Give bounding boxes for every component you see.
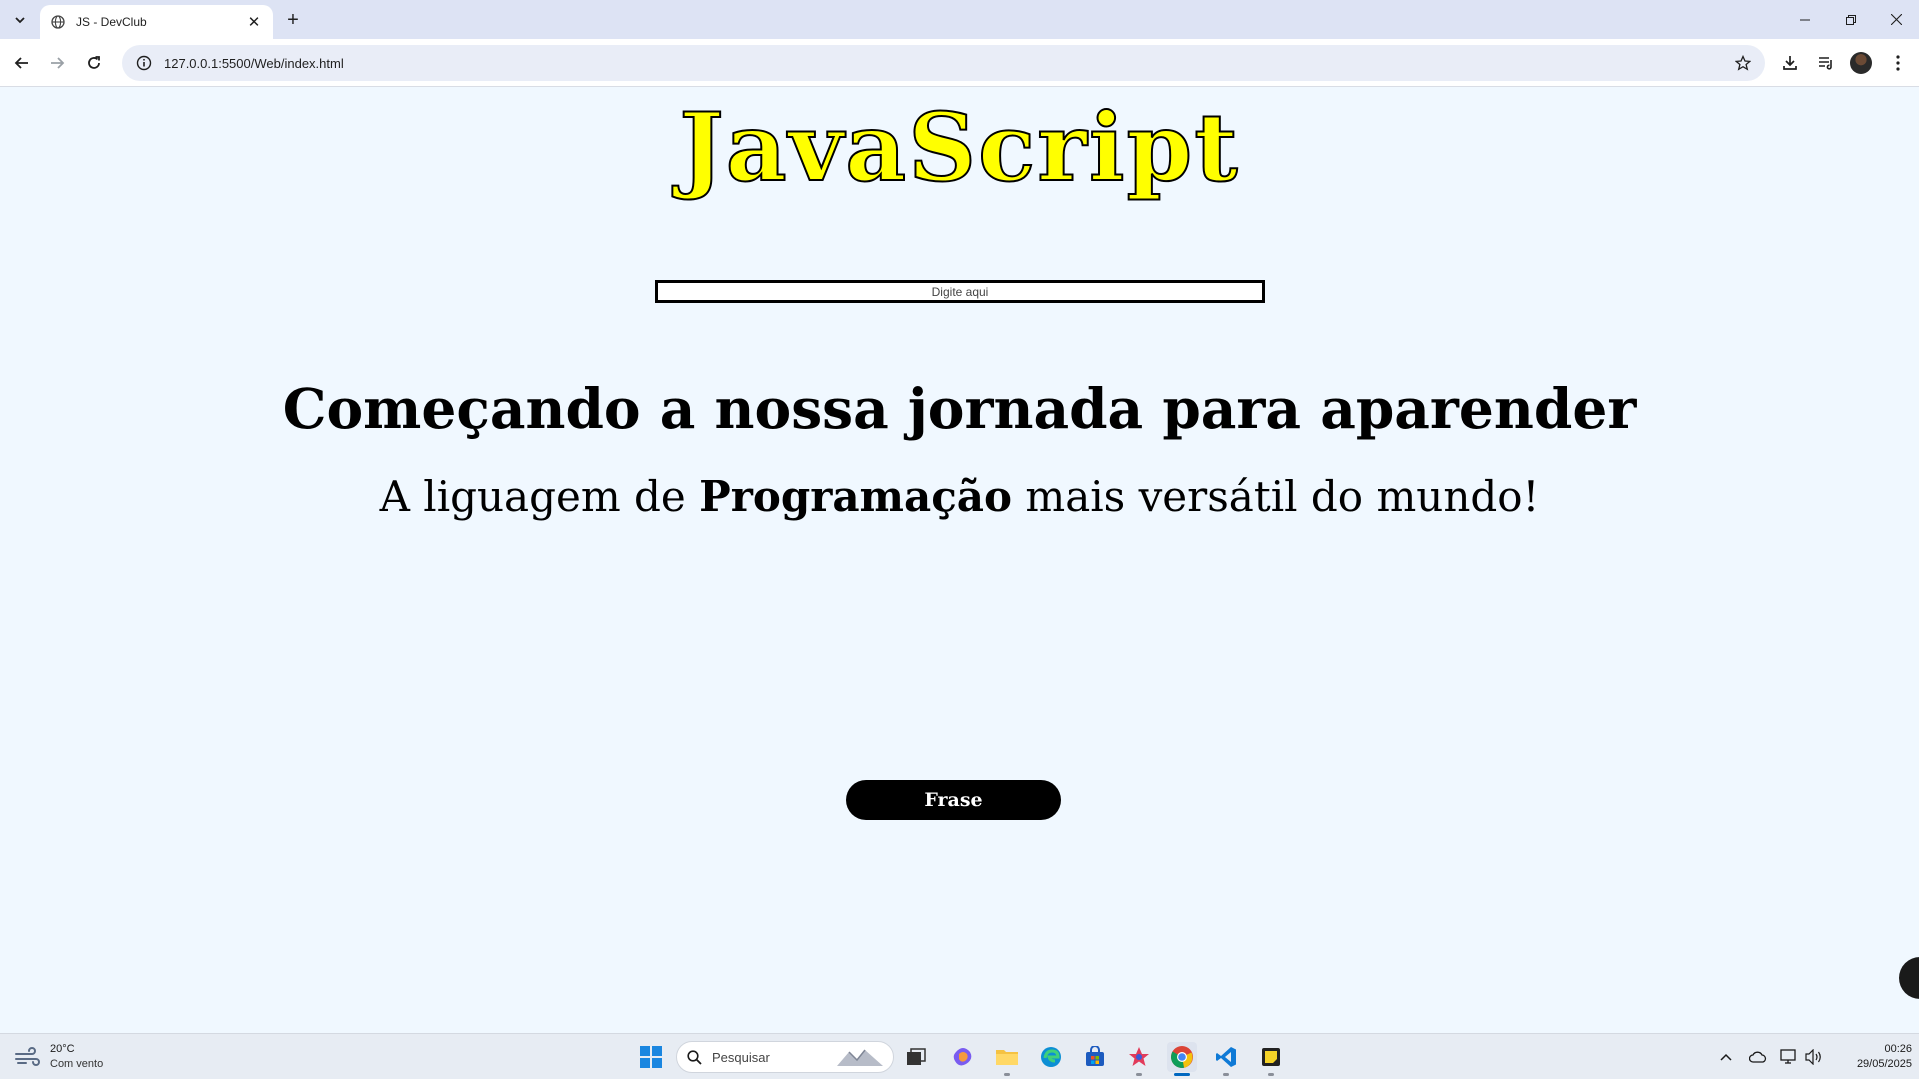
new-tab-button[interactable]: + <box>281 8 305 32</box>
wind-icon <box>15 1047 40 1066</box>
back-button[interactable] <box>8 49 36 77</box>
web-page: JavaScript Começando a nossa jornada par… <box>0 87 1919 1033</box>
clock-date: 29/05/2025 <box>1856 1058 1912 1070</box>
volume-icon[interactable] <box>1804 1047 1824 1067</box>
task-view-icon[interactable] <box>901 1042 931 1072</box>
vscode-icon[interactable] <box>1211 1042 1241 1076</box>
chevron-down-icon <box>15 17 25 24</box>
browser-toolbar: 127.0.0.1:5500/Web/index.html <box>0 39 1919 87</box>
text-input[interactable] <box>655 280 1265 303</box>
windows-taskbar: 20°C Com vento Pesquisar 00:26 29/05/202… <box>0 1033 1919 1079</box>
app-icon[interactable] <box>1124 1042 1154 1076</box>
menu-button[interactable] <box>1884 49 1912 77</box>
bookmark-star-icon[interactable] <box>1733 53 1753 73</box>
headline: Começando a nossa jornada para aparender <box>282 376 1637 441</box>
store-icon[interactable] <box>1080 1042 1110 1072</box>
chevron-up-icon <box>1720 1053 1732 1061</box>
reading-list-button[interactable] <box>1812 49 1840 77</box>
onedrive-icon[interactable] <box>1748 1047 1768 1067</box>
browser-tab[interactable]: JS - DevClub ✕ <box>40 5 273 39</box>
subline-end: mais versátil do mundo! <box>1012 472 1540 521</box>
more-vertical-icon <box>1896 55 1900 71</box>
search-highlight-icon <box>837 1049 883 1066</box>
globe-icon <box>50 14 66 30</box>
arrow-left-icon <box>14 57 28 69</box>
taskbar-search[interactable]: Pesquisar <box>676 1041 894 1073</box>
reload-button[interactable] <box>80 49 108 77</box>
running-indicator <box>1004 1073 1010 1076</box>
media-controls-icon <box>1819 57 1832 70</box>
arrow-right-icon <box>51 57 65 69</box>
running-indicator <box>1223 1073 1229 1076</box>
running-indicator <box>1136 1073 1142 1076</box>
taskbar-search-placeholder: Pesquisar <box>712 1049 770 1065</box>
weather-condition: Com vento <box>50 1058 104 1070</box>
tab-search-button[interactable] <box>8 8 32 32</box>
url-text: 127.0.0.1:5500/Web/index.html <box>164 55 344 71</box>
system-clock[interactable]: 00:26 29/05/2025 <box>1826 1042 1912 1072</box>
close-icon <box>1890 14 1902 25</box>
chrome-icon[interactable] <box>1167 1042 1197 1076</box>
active-app-indicator <box>1174 1073 1190 1076</box>
floating-side-button[interactable] <box>1899 957 1919 999</box>
copilot-icon[interactable] <box>948 1042 978 1072</box>
restore-icon <box>1846 14 1856 25</box>
weather-widget[interactable]: 20°C Com vento <box>14 1042 103 1072</box>
profile-avatar[interactable] <box>1850 52 1872 74</box>
subline-bold: Programação <box>699 472 1013 521</box>
show-hidden-icons-button[interactable] <box>1716 1047 1736 1067</box>
restore-button[interactable] <box>1828 0 1874 39</box>
reload-icon <box>88 56 100 69</box>
running-indicator <box>1268 1073 1274 1076</box>
forward-button[interactable] <box>43 49 71 77</box>
browser-tabstrip: JS - DevClub ✕ + <box>0 0 1919 39</box>
site-info-icon[interactable] <box>134 53 154 73</box>
edge-icon[interactable] <box>1036 1042 1066 1072</box>
minimize-icon <box>1800 19 1810 20</box>
sticky-notes-icon[interactable] <box>1256 1042 1286 1076</box>
windows-start-icon[interactable] <box>636 1042 666 1072</box>
downloads-button[interactable] <box>1776 49 1804 77</box>
minimize-button[interactable] <box>1782 0 1828 39</box>
network-icon[interactable] <box>1779 1047 1799 1067</box>
subheadline: A liguagem de Programação mais versátil … <box>0 472 1919 522</box>
download-icon <box>1783 56 1797 70</box>
weather-temperature: 20°C <box>50 1043 75 1055</box>
tab-title: JS - DevClub <box>76 15 147 29</box>
frase-button[interactable]: Frase <box>846 780 1061 820</box>
file-explorer-icon[interactable] <box>992 1042 1022 1076</box>
close-window-button[interactable] <box>1873 0 1919 39</box>
search-icon <box>687 1049 702 1065</box>
address-bar[interactable]: 127.0.0.1:5500/Web/index.html <box>122 45 1765 81</box>
clock-time: 00:26 <box>1884 1043 1912 1055</box>
subline-start: A liguagem de <box>379 472 700 521</box>
page-title: JavaScript <box>678 93 1240 203</box>
tab-close-icon[interactable]: ✕ <box>245 13 263 31</box>
